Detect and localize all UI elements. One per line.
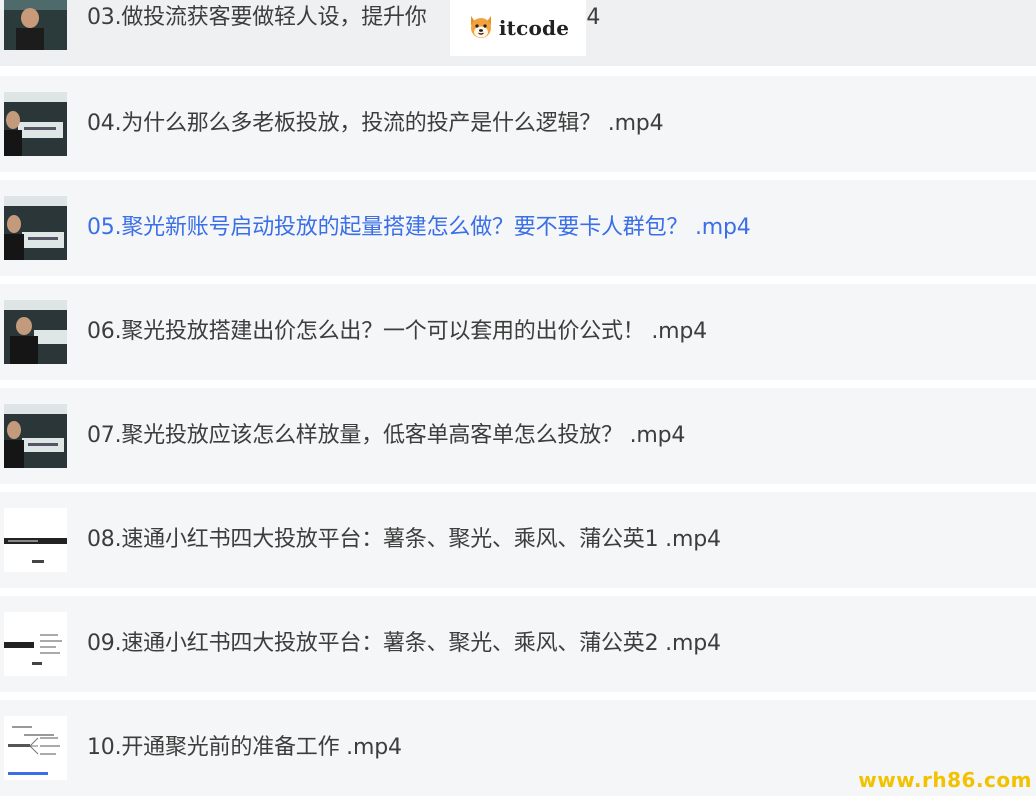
mindmap-thumbnail	[4, 716, 67, 780]
item-title: 10.开通聚光前的准备工作 .mp4	[87, 735, 402, 760]
list-item[interactable]: 06.聚光投放搭建出价怎么出？一个可以套用的出价公式！ .mp4	[0, 284, 1036, 380]
list-item[interactable]: 07.聚光投放应该怎么样放量，低客单高客单怎么投放？ .mp4	[0, 388, 1036, 484]
list-item[interactable]: 04.为什么那么多老板投放，投流的投产是什么逻辑？ .mp4	[0, 76, 1036, 172]
badge-text: itcode	[498, 16, 570, 40]
video-thumbnail	[4, 300, 67, 364]
item-title: 04.为什么那么多老板投放，投流的投产是什么逻辑？ .mp4	[87, 111, 664, 136]
video-thumbnail	[4, 196, 67, 260]
video-thumbnail	[4, 404, 67, 468]
item-title: 07.聚光投放应该怎么样放量，低客单高客单怎么投放？ .mp4	[87, 423, 686, 448]
list-item[interactable]: 05.聚光新账号启动投放的起量搭建怎么做？要不要卡人群包？ .mp4	[0, 180, 1036, 276]
slide-thumbnail	[4, 508, 67, 572]
itcode-badge: itcode	[450, 0, 586, 56]
shiba-dog-icon	[467, 12, 495, 44]
watermark: www.rh86.com	[858, 768, 1032, 792]
video-file-list: 03.做投流获客要做轻人设，提升你.mp4 04.为什么那么多老板投放，投流的投…	[0, 0, 1036, 798]
video-thumbnail	[4, 92, 67, 156]
item-title: 08.速通小红书四大投放平台：薯条、聚光、乘风、蒲公英1 .mp4	[87, 527, 721, 552]
item-title: 05.聚光新账号启动投放的起量搭建怎么做？要不要卡人群包？ .mp4	[87, 215, 751, 240]
list-item[interactable]: 08.速通小红书四大投放平台：薯条、聚光、乘风、蒲公英1 .mp4	[0, 492, 1036, 588]
list-item[interactable]: 09.速通小红书四大投放平台：薯条、聚光、乘风、蒲公英2 .mp4	[0, 596, 1036, 692]
item-title: 09.速通小红书四大投放平台：薯条、聚光、乘风、蒲公英2 .mp4	[87, 631, 721, 656]
slide-thumbnail	[4, 612, 67, 676]
video-thumbnail	[4, 0, 67, 50]
item-title: 06.聚光投放搭建出价怎么出？一个可以套用的出价公式！ .mp4	[87, 319, 707, 344]
